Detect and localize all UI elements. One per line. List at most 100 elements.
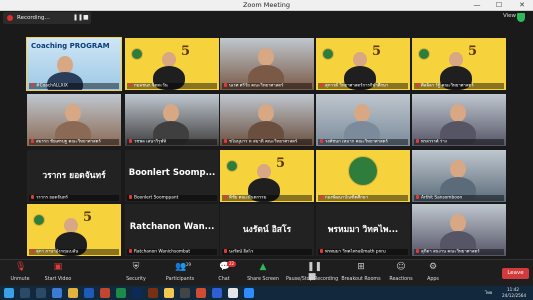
powerpoint-icon[interactable]	[100, 288, 110, 298]
apps-icon: ⚙	[428, 262, 438, 272]
muted-mic-icon	[416, 138, 419, 143]
view-button[interactable]: View	[503, 13, 516, 19]
recording-label: Recording...	[17, 15, 50, 21]
video-tile[interactable]: Boonlert Soomp... Boonlert Soomppant	[125, 150, 219, 202]
excel-icon[interactable]	[116, 288, 126, 298]
pause-recording-label: Pause/Stop Recording	[286, 277, 339, 282]
muted-mic-icon	[129, 138, 132, 143]
security-button[interactable]: ⛨ Security	[116, 262, 156, 282]
video-tile[interactable]: 5 พิชัย คณะทันตกรรม	[220, 150, 314, 202]
video-tile[interactable]: ชไมนุมาร ห สมาดิ คณะวิทยาศาสตร์	[220, 94, 314, 146]
close-icon[interactable]: ✕	[511, 0, 533, 11]
video-tile[interactable]: วชพล เสนาวิรุฬห์	[125, 94, 219, 146]
video-off-icon: ▣	[53, 262, 63, 272]
participant-name-label: สุภา ภาษาอังกฤษเบลัน	[29, 248, 119, 255]
participant-name-label: กมลชนก จิตตะวัน	[127, 82, 217, 89]
video-tile[interactable]: นงรัตน์ อิสโร นงรัตน์ อิสโร	[220, 204, 314, 256]
word-icon[interactable]	[84, 288, 94, 298]
participant-name-label: วชพล เสนาวิรุฬห์	[127, 138, 217, 145]
photoshop-icon[interactable]	[132, 288, 142, 298]
participant-name-label: ศิลลิลา ร์ฐี คณะวิทยาศาสตร์	[414, 82, 504, 89]
participant-name: Ratchanon Wanichsombat	[134, 249, 191, 254]
participant-name: สมรรถ ชัยเศรษฐ คณะวิทยาศาสตร์	[36, 139, 101, 144]
apps-label: Apps	[427, 277, 439, 282]
participant-name: วรากร ยอดจันทร์	[36, 195, 68, 200]
participant-name: พรหมมา วิทคไพรอมี่math pnru	[325, 249, 386, 254]
share-screen-icon: ▲	[259, 262, 267, 272]
coaching-program-caption: Coaching PROGRAM	[31, 42, 110, 50]
clock-date[interactable]: 24/12/2564	[502, 293, 526, 299]
pause-recording-button[interactable]: ❚❚ ■ Pause/Stop Recording	[286, 262, 338, 282]
video-tile[interactable]: พรสวรรค์ ร่าง	[412, 94, 506, 146]
windows-start-icon[interactable]	[4, 288, 14, 298]
participant-display-name: วรากร ยอดจันทร์	[42, 171, 106, 181]
muted-mic-icon	[320, 82, 323, 87]
muted-mic-icon	[31, 82, 34, 87]
maximize-icon[interactable]: ☐	[488, 0, 510, 11]
muted-mic-icon	[224, 138, 227, 143]
task-view-icon[interactable]	[36, 288, 46, 298]
participant-name-label: กองพัฒนาบัณฑิตศึกษา	[318, 194, 408, 201]
participant-name-label: ชไมนุมาร ห สมาดิ คณะวิทยาศาสตร์	[222, 138, 312, 145]
participant-display-name: Ratchanon Wan...	[129, 222, 215, 232]
pause-recording-icon[interactable]: ❚❚	[73, 12, 83, 24]
unmute-button[interactable]: 🎙 Unmute	[0, 262, 40, 282]
chat-badge: 22	[227, 261, 237, 267]
stop-recording-icon[interactable]: ■	[83, 12, 89, 24]
shield-icon: ⛨	[132, 262, 140, 272]
app-icon[interactable]	[196, 288, 206, 298]
apps-button[interactable]: ⚙ Apps	[413, 262, 453, 282]
participants-button[interactable]: 👥 29 Participants	[160, 262, 200, 282]
title-bar: Zoom Meeting — ☐ ✕	[0, 0, 533, 11]
video-tile[interactable]: Ratchanon Wan... Ratchanon Wanichsombat	[125, 204, 219, 256]
video-tile[interactable]: วรากร ยอดจันทร์ วรากร ยอดจันทร์	[27, 150, 121, 202]
muted-mic-icon	[31, 248, 34, 253]
participants-label: Participants	[165, 277, 195, 282]
participant-name: #CoachALLXIX	[36, 83, 68, 88]
start-video-button[interactable]: ▣ Start Video	[38, 262, 78, 282]
language-indicator[interactable]: ไทย	[485, 290, 492, 296]
participant-name-label: Arthit Sansomboon	[414, 194, 504, 201]
view-label: View	[503, 13, 517, 19]
search-icon[interactable]	[20, 288, 30, 298]
video-tile[interactable]: 5 ศิลลิลา ร์ฐี คณะวิทยาศาสตร์	[412, 38, 506, 90]
video-tile[interactable]: 5 สุภาวดี วิทยาศาสตร์การกีฬาศึกษา	[316, 38, 410, 90]
participant-display-name: นงรัตน์ อิสโร	[242, 225, 292, 235]
participant-name-label: สุภิดา สนงาน คณะวิทยาศาสตร์	[414, 248, 504, 255]
participant-name-label: พรหมมา วิทคไพรอมี่math pnru	[318, 248, 408, 255]
file-explorer-icon[interactable]	[68, 288, 78, 298]
app-icon[interactable]	[180, 288, 190, 298]
video-tile[interactable]: พรหมมา วิทคไพ... พรหมมา วิทคไพรอมี่math p…	[316, 204, 410, 256]
leave-button[interactable]: Leave	[502, 268, 529, 279]
video-tile[interactable]: 5 สุภา ภาษาอังกฤษเบลัน	[27, 204, 121, 256]
participant-name-label: พรสวรรค์ ร่าง	[414, 138, 504, 145]
edge-icon[interactable]	[52, 288, 62, 298]
sticky-notes-icon[interactable]	[164, 288, 174, 298]
video-tile[interactable]: กองพัฒนาบัณฑิตศึกษา	[316, 150, 410, 202]
video-tile[interactable]: นเรศ ศรีวัย คณะวิทยาศาสตร์	[220, 38, 314, 90]
share-screen-label: Share Screen	[247, 277, 279, 282]
participant-name-label: Ratchanon Wanichsombat	[127, 248, 217, 255]
video-tile[interactable]: สมรรถ ชัยเศรษฐ คณะวิทยาศาสตร์	[27, 94, 121, 146]
illustrator-icon[interactable]	[148, 288, 158, 298]
video-tile[interactable]: วงศ์ชนก เหมาก คณะวิทยาศาสตร์	[316, 94, 410, 146]
muted-mic-icon	[129, 248, 132, 253]
video-tile[interactable]: สุภิดา สนงาน คณะวิทยาศาสตร์	[412, 204, 506, 256]
zoom-icon[interactable]	[244, 288, 254, 298]
minimize-icon[interactable]: —	[466, 0, 488, 11]
participant-name: ชไมนุมาร ห สมาดิ คณะวิทยาศาสตร์	[229, 139, 298, 144]
breakout-rooms-button[interactable]: ⊞ Breakout Rooms	[340, 262, 382, 282]
participant-name: สุภิดา สนงาน คณะวิทยาศาสตร์	[421, 249, 480, 254]
video-tile[interactable]: Coaching PROGRAM #CoachALLXIX	[26, 37, 122, 91]
app-icon[interactable]	[212, 288, 222, 298]
windows-taskbar: ไทย 11:42 24/12/2564	[0, 286, 533, 300]
participant-name-label: วงศ์ชนก เหมาก คณะวิทยาศาสตร์	[318, 138, 408, 145]
participant-name: กมลชนก จิตตะวัน	[134, 83, 168, 88]
chrome-icon[interactable]	[228, 288, 238, 298]
chat-button[interactable]: 💬 22 Chat	[204, 261, 244, 282]
participant-name-label: วรากร ยอดจันทร์	[29, 194, 119, 201]
share-screen-button[interactable]: ▲ Share Screen	[243, 262, 283, 282]
participant-name: นเรศ ศรีวัย คณะวิทยาศาสตร์	[229, 83, 284, 88]
video-tile[interactable]: Arthit Sansomboon	[412, 150, 506, 202]
video-tile[interactable]: 5 กมลชนก จิตตะวัน	[125, 38, 219, 90]
